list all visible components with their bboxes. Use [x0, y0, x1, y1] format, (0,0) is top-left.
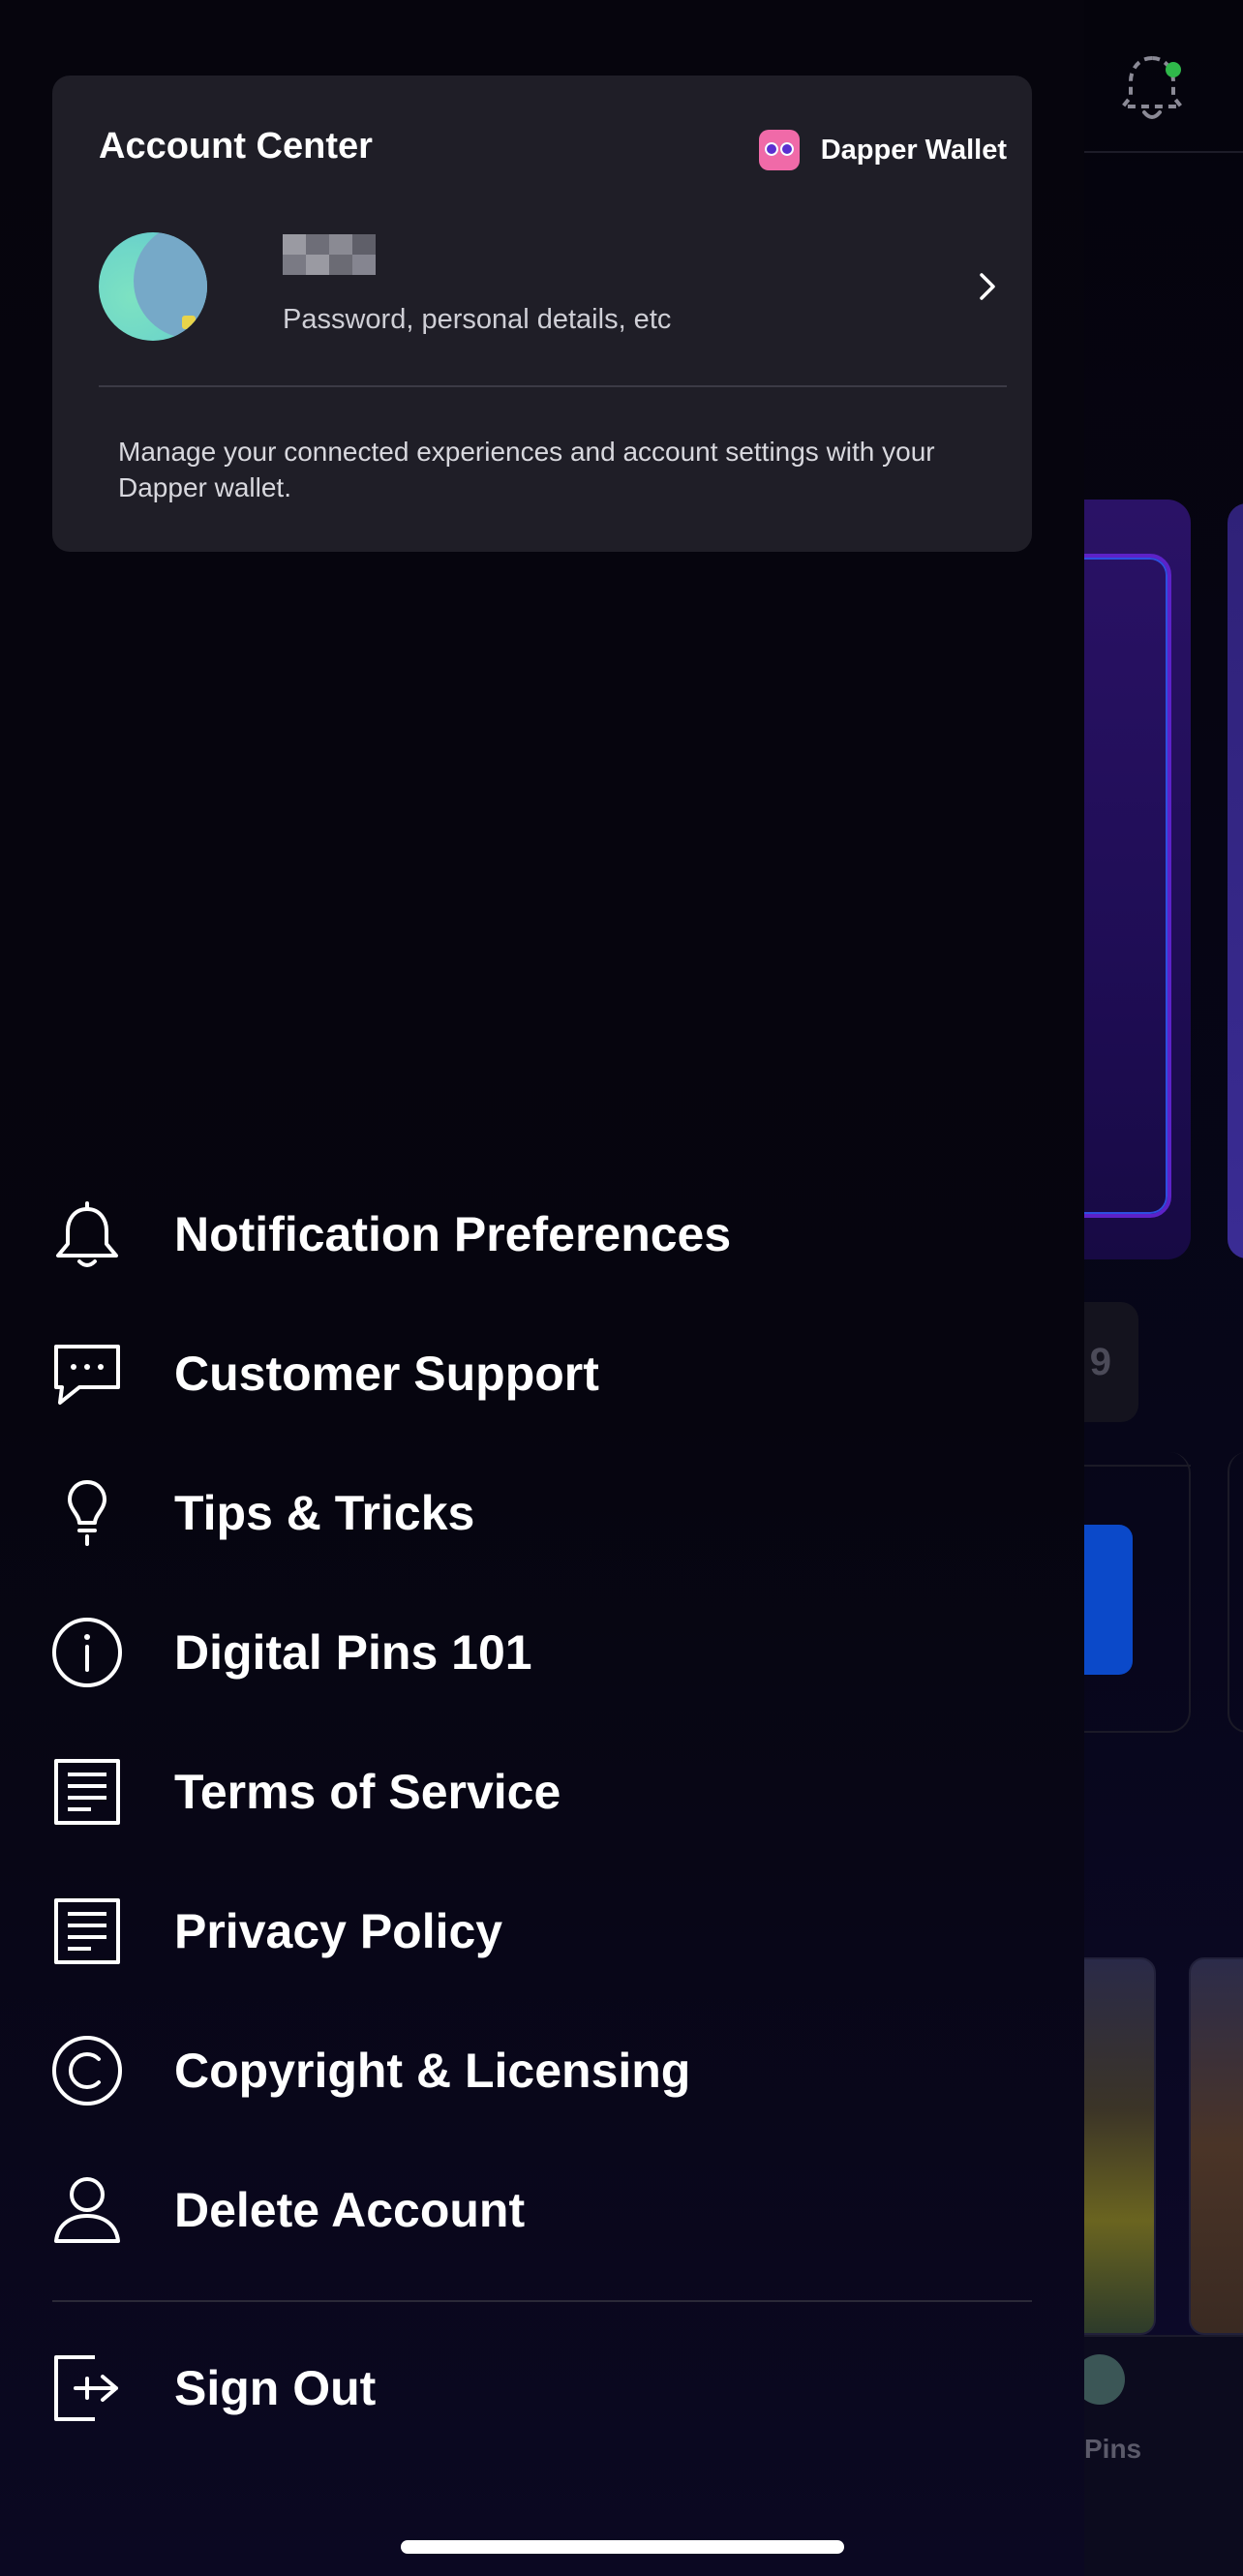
- sign-out-label: Sign Out: [174, 2361, 377, 2415]
- featured-pin-card-next[interactable]: [1228, 503, 1243, 1258]
- menu-item-digital-pins-101[interactable]: Digital Pins 101: [50, 1599, 1028, 1706]
- copyright-icon: [52, 2036, 122, 2106]
- card-footer-next: [1228, 1452, 1243, 1733]
- bell-icon: [56, 1201, 118, 1267]
- user-icon: [54, 2177, 120, 2243]
- menu-item-label: Delete Account: [174, 2183, 526, 2237]
- account-center-title: Account Center: [99, 126, 373, 167]
- chevron-right-icon: [980, 273, 995, 300]
- menu-item-label: Copyright & Licensing: [174, 2044, 691, 2098]
- sign-out-button[interactable]: Sign Out: [50, 2335, 1028, 2441]
- side-drawer: Account Center Dapper Wallet Password, p…: [0, 0, 1084, 2576]
- menu-item-customer-support[interactable]: Customer Support: [50, 1320, 1028, 1427]
- home-indicator[interactable]: [401, 2540, 844, 2554]
- pin-thumbnail[interactable]: [1189, 1957, 1243, 2335]
- menu-item-copyright-licensing[interactable]: Copyright & Licensing: [50, 2017, 1028, 2124]
- menu-item-tips-tricks[interactable]: Tips & Tricks: [50, 1460, 1028, 1566]
- menu-item-label: Customer Support: [174, 1347, 599, 1401]
- menu-item-privacy-policy[interactable]: Privacy Policy: [50, 1878, 1028, 1985]
- bell-icon[interactable]: [1113, 50, 1191, 128]
- account-center-card: Account Center Dapper Wallet Password, p…: [52, 76, 1032, 552]
- menu-item-label: Tips & Tricks: [174, 1486, 475, 1540]
- card-divider: [99, 385, 1007, 387]
- dapper-wallet-label: Dapper Wallet: [820, 134, 1007, 166]
- menu-item-notification-preferences[interactable]: Notification Preferences: [50, 1181, 1028, 1288]
- account-profile-row[interactable]: Password, personal details, etc: [99, 232, 1007, 345]
- dapper-wallet-badge: Dapper Wallet: [758, 130, 1007, 170]
- document-icon: [54, 1759, 120, 1825]
- notification-dot: [1166, 62, 1181, 77]
- menu-item-label: Privacy Policy: [174, 1904, 503, 1958]
- username-redacted: [283, 234, 376, 275]
- menu-item-label: Digital Pins 101: [174, 1625, 532, 1680]
- account-subtitle: Password, personal details, etc: [283, 304, 672, 335]
- menu-item-label: Terms of Service: [174, 1765, 561, 1819]
- header-divider: [1084, 151, 1243, 153]
- info-icon: [52, 1618, 122, 1687]
- pins-tab-label[interactable]: Pins: [1084, 2434, 1141, 2465]
- account-center-description: Manage your connected experiences and ac…: [118, 437, 935, 502]
- menu-item-label: Notification Preferences: [174, 1207, 732, 1261]
- document-icon: [54, 1898, 120, 1964]
- lightbulb-icon: [68, 1480, 106, 1546]
- menu-item-delete-account[interactable]: Delete Account: [50, 2157, 1028, 2263]
- dapper-wallet-logo-icon: [758, 130, 800, 170]
- menu-divider: [52, 2300, 1032, 2302]
- menu-item-terms-of-service[interactable]: Terms of Service: [50, 1739, 1028, 1845]
- chat-bubble-icon: [54, 1345, 120, 1405]
- sign-out-icon: [54, 2355, 118, 2421]
- avatar: [99, 232, 207, 341]
